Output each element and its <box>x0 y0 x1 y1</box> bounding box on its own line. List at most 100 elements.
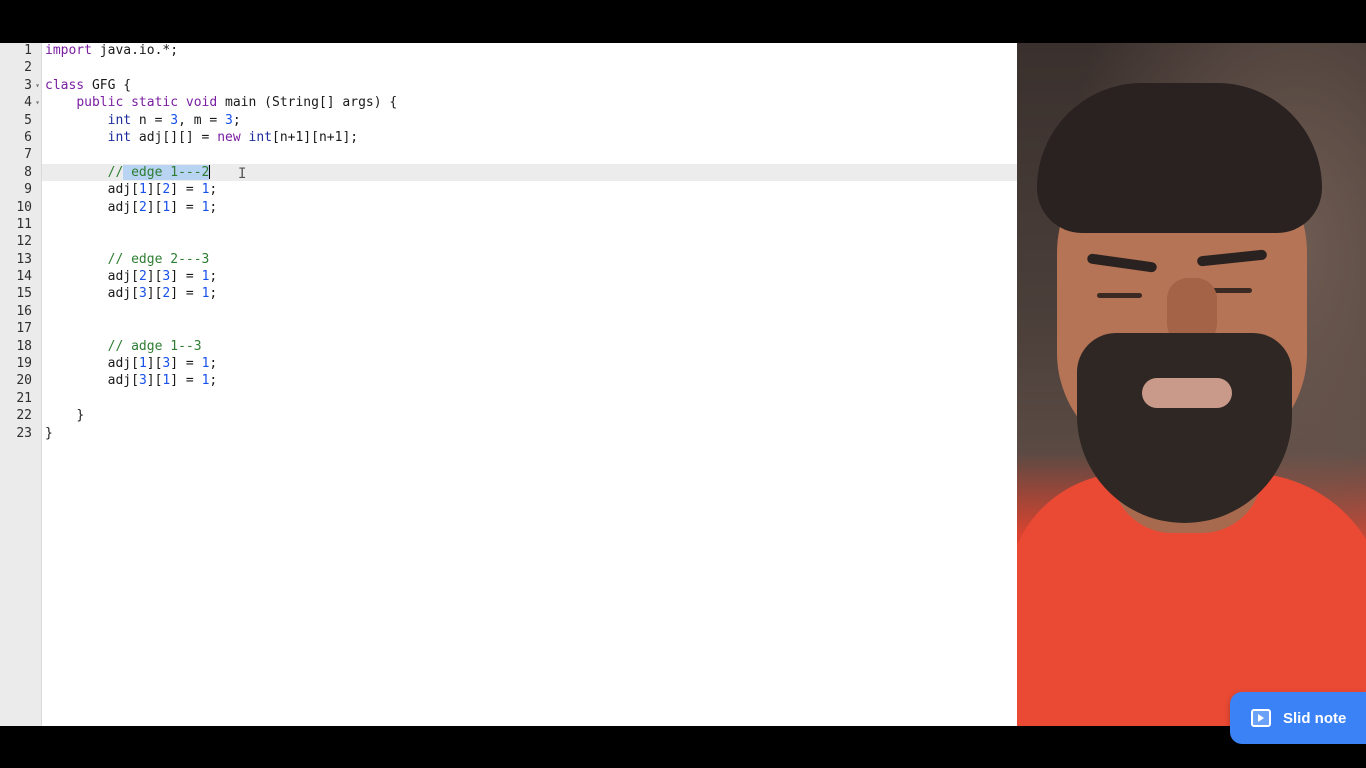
line-number: 9 <box>24 182 32 198</box>
line-number: 2 <box>24 60 32 76</box>
code-line[interactable]: // adge 1--3 <box>42 338 1017 355</box>
code-line-empty[interactable] <box>42 303 1017 320</box>
comment: // edge 2---3 <box>107 251 210 267</box>
code-text: ; <box>209 373 218 389</box>
keyword: int <box>240 129 273 145</box>
code-text: ] = <box>170 373 202 389</box>
code-text: ][ <box>146 199 163 215</box>
code-text: GFG { <box>84 77 132 93</box>
code-line-empty[interactable] <box>42 233 1017 250</box>
code-line-empty[interactable] <box>42 216 1017 233</box>
code-line[interactable]: public static void main (String[] args) … <box>42 94 1017 111</box>
left-eye <box>1097 293 1142 298</box>
line-number-text: 3 <box>24 77 32 93</box>
line-number: 6 <box>24 129 32 145</box>
text-cursor-icon: I <box>238 166 247 182</box>
code-text: n = <box>131 112 171 128</box>
line-number: 18 <box>16 338 32 354</box>
code-text: adj[ <box>107 373 139 389</box>
line-number: 17 <box>16 321 32 337</box>
code-text: [n+1][n+1]; <box>272 129 359 145</box>
code-line[interactable]: } <box>42 407 1017 424</box>
text-caret <box>209 165 211 180</box>
comment: // adge 1--3 <box>107 338 202 354</box>
keyword: new <box>217 129 241 145</box>
line-number: 20 <box>16 373 32 389</box>
code-text: adj[ <box>107 286 139 302</box>
code-line[interactable]: adj[3][2] = 1; <box>42 285 1017 302</box>
code-line[interactable]: // edge 2---3 <box>42 251 1017 268</box>
code-line-empty[interactable] <box>42 59 1017 76</box>
keyword: public static void <box>76 95 218 111</box>
code-line-empty[interactable] <box>42 146 1017 163</box>
code-text: adj[ <box>107 182 139 198</box>
code-line[interactable]: adj[1][2] = 1; <box>42 181 1017 198</box>
presenter-hair <box>1037 83 1322 233</box>
code-text: ][ <box>146 286 163 302</box>
code-text: java.io.*; <box>91 43 179 58</box>
line-number: 14 <box>16 269 32 285</box>
code-text: adj[ <box>107 269 139 285</box>
code-text: adj[][] = <box>131 129 218 145</box>
number-literal: 3 <box>138 373 147 389</box>
code-text: ; <box>209 182 218 198</box>
code-text: ] = <box>170 199 202 215</box>
code-line-empty[interactable] <box>42 320 1017 337</box>
line-number-text: 4 <box>24 95 32 111</box>
video-top-letterbox <box>0 0 1366 43</box>
code-line[interactable]: adj[3][1] = 1; <box>42 372 1017 389</box>
presenter-mouth <box>1142 378 1232 408</box>
fold-arrow-icon[interactable]: ▾ <box>35 77 40 94</box>
line-number: 12 <box>16 234 32 250</box>
line-number: 11 <box>16 216 32 232</box>
code-line[interactable]: adj[1][3] = 1; <box>42 355 1017 372</box>
code-line[interactable]: adj[2][1] = 1; <box>42 199 1017 216</box>
number-literal: 3 <box>138 286 147 302</box>
code-line-empty[interactable] <box>42 390 1017 407</box>
code-text: ; <box>209 269 218 285</box>
code-area[interactable]: import java.io.*; class GFG { public sta… <box>42 43 1017 442</box>
line-number: 23 <box>16 425 32 441</box>
slid-note-button[interactable]: Slid note <box>1230 692 1366 744</box>
line-number: 3 ▾ <box>0 77 41 94</box>
fold-arrow-icon[interactable]: ▾ <box>35 94 40 111</box>
line-number: 21 <box>16 390 32 406</box>
number-literal: 2 <box>138 199 147 215</box>
code-text: ] = <box>170 182 202 198</box>
video-bottom-letterbox <box>0 726 1366 768</box>
code-editor[interactable]: 1 2 3 ▾ 4 ▾ 5 6 7 8 9 10 11 12 13 14 15 16… <box>0 43 1017 726</box>
code-line[interactable]: int adj[][] = new int[n+1][n+1]; <box>42 129 1017 146</box>
keyword: class <box>45 77 85 93</box>
code-text: main (String[] args) { <box>217 95 398 111</box>
keyword: import <box>45 43 92 58</box>
play-note-icon <box>1251 709 1271 727</box>
code-text: ] = <box>170 356 202 372</box>
code-line[interactable]: import java.io.*; <box>42 43 1017 59</box>
code-text: adj[ <box>107 356 139 372</box>
line-number: 22 <box>16 408 32 424</box>
code-text: ] = <box>170 286 202 302</box>
keyword: int <box>107 129 132 145</box>
number-literal: 1 <box>138 356 147 372</box>
code-text: ; <box>209 199 218 215</box>
line-number: 7 <box>24 147 32 163</box>
code-line[interactable]: int n = 3, m = 3; <box>42 112 1017 129</box>
code-text: ; <box>209 286 218 302</box>
code-text: ][ <box>146 373 163 389</box>
number-literal: 3 <box>170 112 179 128</box>
code-line[interactable]: class GFG { <box>42 77 1017 94</box>
code-text: ; <box>209 356 218 372</box>
line-numbers: 1 2 3 ▾ 4 ▾ 5 6 7 8 9 10 11 12 13 14 15 16… <box>0 43 41 442</box>
line-number: 5 <box>24 112 32 128</box>
code-line-active[interactable]: // edge 1---2 <box>42 163 1017 182</box>
comment: // <box>107 164 124 180</box>
number-literal: 2 <box>138 269 147 285</box>
selected-text[interactable]: edge 1---2 <box>123 164 210 180</box>
code-text: ; <box>232 112 241 128</box>
code-line[interactable]: } <box>42 425 1017 442</box>
code-line[interactable]: adj[2][3] = 1; <box>42 268 1017 285</box>
line-number: 16 <box>16 303 32 319</box>
line-number: 1 <box>24 43 32 58</box>
keyword: int <box>107 112 132 128</box>
line-number: 8 <box>24 164 32 180</box>
